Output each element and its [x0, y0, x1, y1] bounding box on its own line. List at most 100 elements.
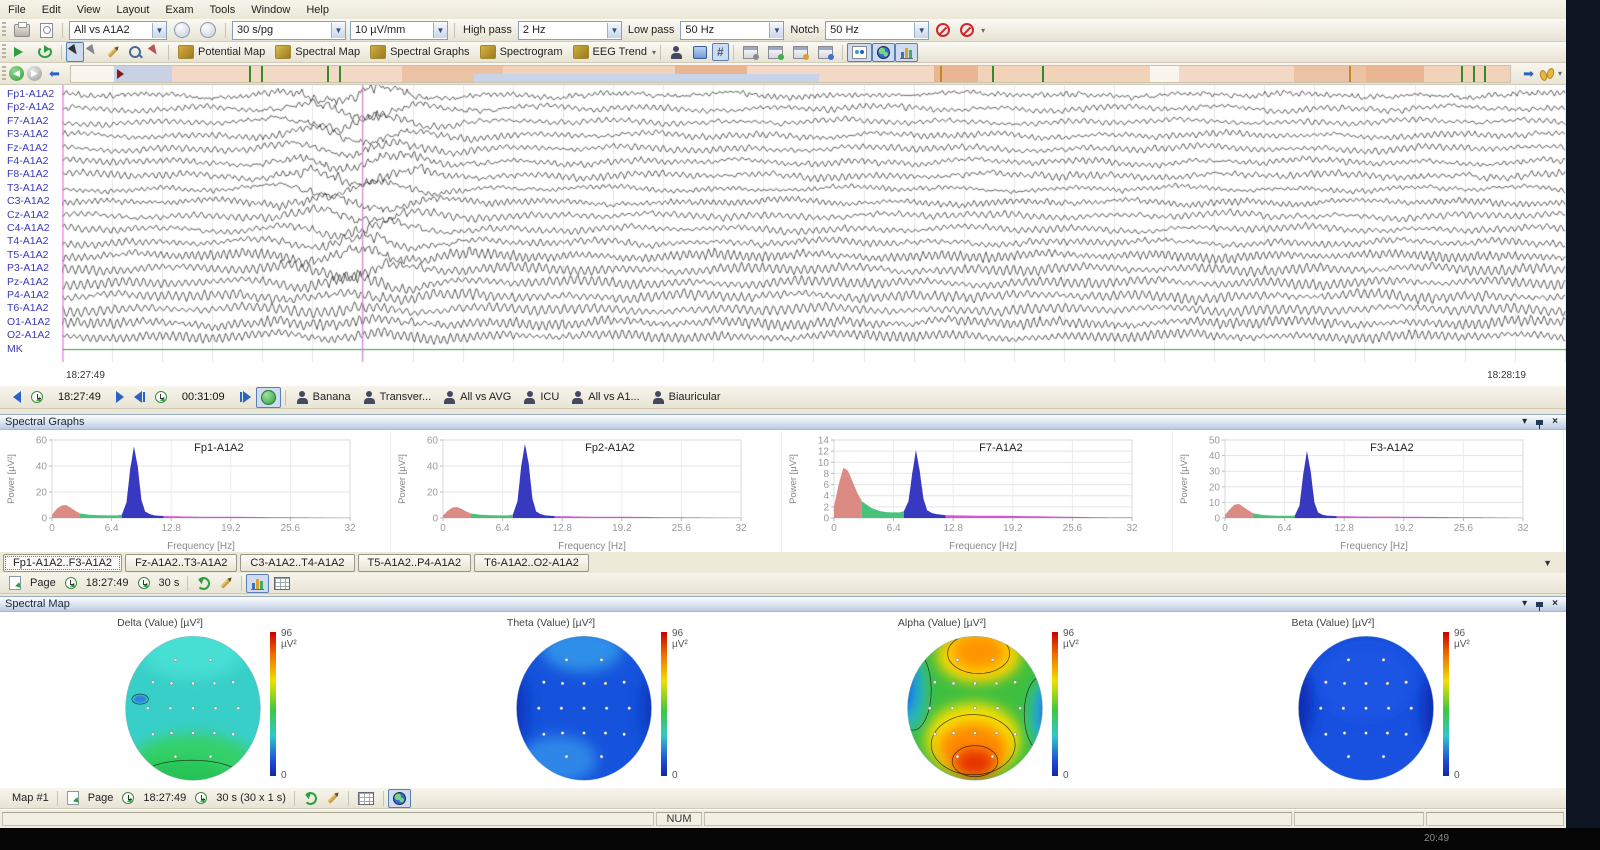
window-picker-button[interactable] [190, 789, 212, 807]
highlight-tool-button[interactable] [102, 47, 124, 57]
menu-help[interactable]: Help [298, 2, 337, 18]
sensitivity-combo[interactable]: 10 µV/mm ▼ [350, 21, 448, 40]
toolbar-grip[interactable] [2, 44, 6, 60]
play-forward-button[interactable] [111, 388, 129, 406]
montage-button-4[interactable]: ICU [517, 389, 565, 405]
spectral-graphs-header[interactable]: Spectral Graphs ▾ × [0, 414, 1566, 430]
mute-alarm-button[interactable] [955, 20, 979, 40]
channel-label-c3-a1a2[interactable]: C3-A1A2 [7, 195, 50, 208]
record-timeline[interactable] [70, 65, 1511, 83]
edit-button[interactable] [215, 578, 237, 588]
export-button[interactable] [62, 788, 84, 808]
channel-label-o1-a1a2[interactable]: O1-A1A2 [7, 316, 50, 329]
export-button[interactable] [4, 573, 26, 593]
menu-tools[interactable]: Tools [202, 2, 244, 18]
toggle-potential-map[interactable]: Potential Map [173, 42, 270, 62]
measure-tool-button[interactable] [84, 42, 102, 62]
play-backward-button[interactable] [8, 388, 26, 406]
menu-window[interactable]: Window [243, 2, 298, 18]
channel-label-t4-a1a2[interactable]: T4-A1A2 [7, 235, 48, 248]
page-left-arrow[interactable]: ⬅ [49, 66, 60, 82]
toolbar-grip[interactable] [2, 66, 6, 82]
map-view-button[interactable] [872, 43, 895, 62]
panel-collapse-icon[interactable]: ▾ [1522, 417, 1527, 427]
topo-head-map[interactable] [1293, 628, 1439, 783]
channel-label-cz-a1a2[interactable]: Cz-A1A2 [7, 209, 49, 222]
channel-label-f4-a1a2[interactable]: F4-A1A2 [7, 155, 48, 168]
time-picker-button[interactable] [60, 574, 82, 592]
toggle-spectrogram[interactable]: Spectrogram [475, 42, 568, 62]
topo-head-map[interactable] [902, 628, 1048, 783]
notch-combo[interactable]: 50 Hz ▼ [825, 21, 929, 40]
next-event-button[interactable] [235, 388, 256, 406]
panel-collapse-icon[interactable]: ▾ [1522, 599, 1527, 609]
window-layout-button[interactable] [788, 43, 813, 62]
channel-label-t6-a1a2[interactable]: T6-A1A2 [7, 302, 48, 315]
channel-label-f8-a1a2[interactable]: F8-A1A2 [7, 168, 48, 181]
graph-view-button[interactable] [246, 574, 269, 593]
menu-file[interactable]: File [0, 2, 34, 18]
channel-label-f7-a1a2[interactable]: F7-A1A2 [7, 115, 48, 128]
tabs-overflow-icon[interactable]: ▼ [1543, 558, 1552, 568]
montage-editor-button[interactable] [169, 19, 195, 41]
toolbar-grip[interactable] [2, 22, 6, 38]
channel-label-fp1-a1a2[interactable]: Fp1-A1A2 [7, 88, 54, 101]
print-button[interactable] [9, 21, 35, 40]
window-layout-button[interactable] [813, 43, 838, 62]
select-tool-button[interactable] [66, 42, 84, 62]
step-forward-button[interactable] [9, 44, 33, 60]
refresh-button[interactable] [299, 789, 322, 808]
edit-button[interactable] [322, 793, 344, 803]
channel-label-t5-a1a2[interactable]: T5-A1A2 [7, 249, 48, 262]
channel-label-f3-a1a2[interactable]: F3-A1A2 [7, 128, 48, 141]
spectral-map-header[interactable]: Spectral Map ▾ × [0, 596, 1566, 612]
panel-button[interactable] [688, 43, 712, 62]
time-picker-button[interactable] [117, 789, 139, 807]
montage-button-1[interactable]: Banana [290, 389, 357, 405]
toolbar-overflow-icon[interactable]: ▾ [981, 26, 985, 35]
low-pass-combo[interactable]: 50 Hz ▼ [680, 21, 784, 40]
toolbar-overflow-icon[interactable]: ▾ [652, 48, 656, 57]
channel-label-t3-a1a2[interactable]: T3-A1A2 [7, 182, 48, 195]
toggle-eeg-trend[interactable]: EEG Trend [568, 42, 652, 62]
page-right-arrow[interactable]: ➡ [1523, 66, 1534, 82]
channel-label-fp2-a1a2[interactable]: Fp2-A1A2 [7, 101, 54, 114]
table-view-button[interactable] [353, 789, 379, 808]
spectral-tab-5[interactable]: T6-A1A2..O2-A1A2 [474, 554, 589, 572]
window-picker-button[interactable] [133, 574, 155, 592]
toggle-spectral-map[interactable]: Spectral Map [270, 42, 365, 62]
eeg-waveforms[interactable] [62, 85, 1566, 362]
zoom-tool-button[interactable] [124, 43, 146, 61]
elapsed-clock-button[interactable] [150, 388, 172, 406]
topo-head-map[interactable] [120, 628, 266, 783]
montage-button-5[interactable]: All vs A1... [565, 389, 645, 405]
erase-tool-button[interactable] [146, 42, 164, 62]
dual-view-button[interactable] [847, 43, 872, 62]
spectral-tab-2[interactable]: Fz-A1A2..T3-A1A2 [125, 554, 237, 572]
montage-button-6[interactable]: Biauricular [646, 389, 727, 405]
timebase-combo[interactable]: 30 s/pg ▼ [232, 21, 346, 40]
goto-time-button[interactable] [26, 388, 48, 406]
menu-layout[interactable]: Layout [108, 2, 157, 18]
close-icon[interactable]: × [1552, 417, 1558, 427]
montage-combo[interactable]: All vs A1A2 ▼ [69, 21, 167, 40]
montage-button-2[interactable]: Transver... [357, 389, 438, 405]
patient-button[interactable] [665, 43, 688, 61]
toggle-spectral-graphs[interactable]: Spectral Graphs [365, 42, 474, 62]
refresh-button[interactable] [192, 574, 215, 593]
pin-icon[interactable] [1536, 602, 1543, 607]
spectral-tab-4[interactable]: T5-A1A2..P4-A1A2 [358, 554, 472, 572]
spectral-tab-3[interactable]: C3-A1A2..T4-A1A2 [240, 554, 354, 572]
print-preview-button[interactable] [35, 20, 58, 41]
nav-forward-button[interactable]: ▶ [27, 66, 42, 81]
montage-button-3[interactable]: All vs AVG [437, 389, 517, 405]
close-icon[interactable]: × [1552, 599, 1558, 609]
channel-label-mk[interactable]: MK [7, 343, 23, 356]
menu-view[interactable]: View [69, 2, 109, 18]
menu-edit[interactable]: Edit [34, 2, 69, 18]
grid-toggle-button[interactable]: # [712, 43, 729, 61]
jump-back-button[interactable] [33, 43, 57, 61]
map-view-button[interactable] [388, 789, 411, 808]
timeline-playhead[interactable] [117, 69, 129, 79]
channel-label-p3-a1a2[interactable]: P3-A1A2 [7, 262, 49, 275]
